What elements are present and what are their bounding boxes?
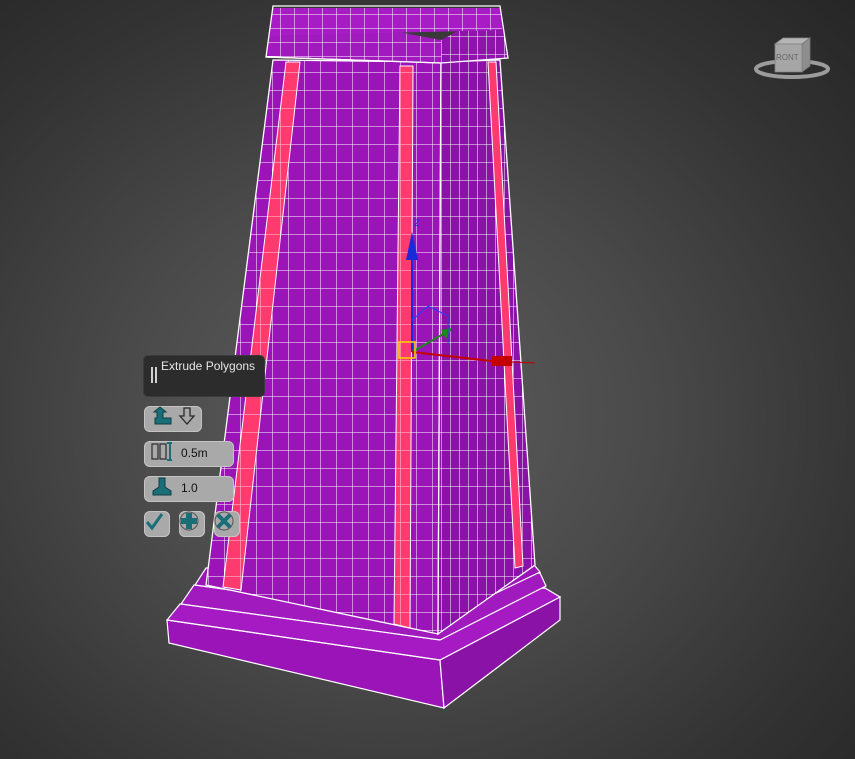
outline-field[interactable]: 1.0 bbox=[144, 476, 234, 502]
arrow-down-icon[interactable] bbox=[176, 406, 198, 426]
extrusion-type-icon[interactable] bbox=[152, 406, 174, 426]
height-field[interactable]: 0.5m bbox=[144, 441, 234, 467]
ok-button[interactable] bbox=[144, 511, 170, 537]
viewcube[interactable]: RONT bbox=[752, 32, 832, 88]
apply-button[interactable] bbox=[179, 511, 205, 537]
outline-icon bbox=[152, 477, 172, 496]
cancel-button[interactable] bbox=[214, 511, 240, 537]
extrusion-type-control[interactable] bbox=[144, 406, 202, 432]
plus-icon bbox=[179, 511, 199, 531]
height-icon bbox=[151, 442, 172, 461]
gizmo-z-label: Z bbox=[414, 218, 420, 228]
grip-icon[interactable] bbox=[151, 367, 157, 383]
caddy-title: Extrude Polygons bbox=[161, 359, 256, 373]
tower-mesh[interactable]: Z bbox=[0, 0, 855, 759]
viewport[interactable]: Z Extrude Polygons 0.5m 1.0 RONT bbox=[0, 0, 855, 759]
height-value[interactable]: 0.5m bbox=[181, 446, 208, 460]
outline-value[interactable]: 1.0 bbox=[181, 481, 198, 495]
x-icon bbox=[214, 511, 234, 531]
viewcube-face-label: RONT bbox=[776, 53, 799, 62]
checkmark-icon bbox=[145, 513, 164, 531]
caddy-title-bar[interactable]: Extrude Polygons bbox=[144, 356, 264, 396]
